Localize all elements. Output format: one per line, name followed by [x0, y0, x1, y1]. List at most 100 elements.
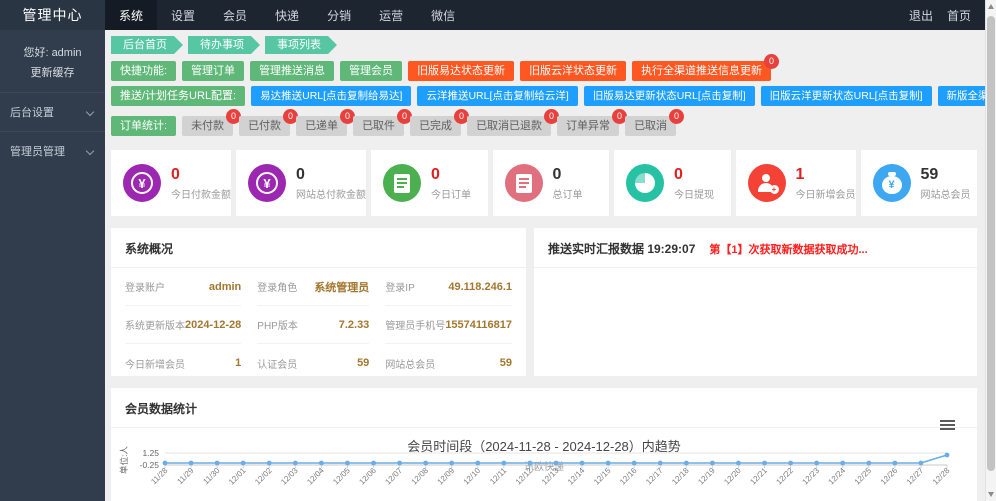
- svg-text:12/17: 12/17: [644, 466, 665, 487]
- order-stat-已递单[interactable]: 已递单: [296, 116, 348, 136]
- stat-card-label: 今日付款金额: [171, 189, 231, 201]
- stat-card-label: 网站总会员: [920, 189, 971, 201]
- stat-card-text: 0 今日订单: [431, 166, 471, 201]
- order-stat-已完成[interactable]: 已完成: [410, 116, 462, 136]
- overview-label: 登录账户: [125, 283, 165, 294]
- url-config-row: 推送/计划任务URL配置: 易达推送URL[点击复制给易达] 云洋推送URL[点击复…: [111, 86, 985, 106]
- overview-value: 2024-12-28: [185, 318, 242, 331]
- nav-item-设置[interactable]: 设置: [157, 0, 209, 30]
- top-link-首页[interactable]: 首页: [947, 7, 971, 24]
- badge-count: 0: [764, 54, 780, 69]
- overview-value: 59: [499, 357, 512, 369]
- order-stat-已取消已退款[interactable]: 已取消已退款: [467, 116, 552, 136]
- scroll-up-arrow-icon[interactable]: [988, 4, 994, 9]
- quick-button-执行全渠道推送信息更新[interactable]: 执行全渠道推送信息更新: [632, 61, 772, 81]
- url-button[interactable]: 旧版云洋更新状态URL[点击复制]: [760, 86, 932, 106]
- scroll-down-arrow-icon[interactable]: [988, 492, 994, 497]
- order-stat-wrap: 已取消已退款 0: [467, 109, 560, 136]
- nav-item-分销[interactable]: 分销: [313, 0, 365, 30]
- svg-text:11/30: 11/30: [201, 466, 221, 486]
- nav-item-系统[interactable]: 系统: [105, 0, 158, 30]
- quick-actions-row: 快捷功能: 管理订单 管理推送消息 管理会员 旧版易达状态更新 旧版云洋状态更新 执行全渠道…: [111, 54, 977, 81]
- quick-button-管理推送消息[interactable]: 管理推送消息: [250, 61, 335, 81]
- scrollbar-thumb[interactable]: [987, 16, 995, 471]
- svg-text:1.25: 1.25: [142, 448, 159, 458]
- url-button[interactable]: 新版全渠道更新状态URL[点击复制]: [937, 86, 985, 106]
- nav-item-会员[interactable]: 会员: [209, 0, 261, 30]
- stat-card-网站总会员: ¥59 网站总会员: [860, 150, 977, 216]
- svg-text:12/24: 12/24: [827, 466, 848, 487]
- system-overview-grid: 登录账户 admin 登录角色 系统管理员 登录IP 49.118.246.1 系统更新版本…: [125, 268, 512, 382]
- quick-button-管理会员[interactable]: 管理会员: [340, 61, 403, 81]
- overview-cell-系统更新版本: 系统更新版本 2024-12-28: [125, 306, 242, 344]
- breadcrumb-事项列表[interactable]: 事项列表: [265, 36, 337, 54]
- order-stats-label: 订单统计:: [111, 116, 177, 136]
- svg-text:12/04: 12/04: [305, 466, 326, 487]
- app-title: 管理中心: [0, 0, 105, 30]
- stat-card-value: 0: [431, 165, 440, 183]
- overview-label: 登录角色: [257, 283, 298, 294]
- stat-card-label: 总订单: [552, 189, 583, 201]
- overview-value: 系统管理员: [314, 281, 370, 294]
- svg-text:12/23: 12/23: [801, 466, 822, 487]
- order-stat-已取件[interactable]: 已取件: [353, 116, 405, 136]
- money-bag-icon: ¥: [872, 164, 911, 202]
- pie-chart-icon: [626, 164, 664, 202]
- page-scrollbar[interactable]: [985, 0, 996, 501]
- svg-text:12/02: 12/02: [253, 466, 274, 487]
- quick-button-管理订单[interactable]: 管理订单: [182, 61, 245, 81]
- stat-card-value: 0: [552, 165, 562, 183]
- push-report-message: 第【1】次获取新数据获取成功...: [709, 244, 868, 256]
- url-button[interactable]: 易达推送URL[点击复制给易达]: [251, 86, 412, 106]
- overview-cell-今日新增会员: 今日新增会员 1: [125, 344, 241, 382]
- member-trend-chart: 1.25 -0.25 单位:人 11/28 11/29 11/30 12/01 12/02 12…: [115, 442, 971, 501]
- quick-button-旧版易达状态更新[interactable]: 旧版易达状态更新: [408, 61, 515, 81]
- refresh-cache-link[interactable]: 更新缓存: [0, 60, 105, 92]
- order-stat-wrap: 未付款 0: [182, 109, 242, 136]
- sidebar-item-label: 管理员管理: [10, 146, 65, 158]
- yen-coin-icon: ¥: [123, 164, 161, 202]
- stat-card-label: 今日新增会员: [795, 189, 856, 201]
- url-button[interactable]: 旧版易达更新状态URL[点击复制]: [583, 86, 755, 106]
- stat-card-text: 0 总订单: [553, 166, 583, 201]
- svg-text:12/21: 12/21: [748, 466, 769, 487]
- top-link-退出[interactable]: 退出: [909, 7, 933, 24]
- stat-card-总订单: 0 总订单: [492, 150, 609, 216]
- chevron-down-icon: [85, 107, 95, 117]
- quick-button-旧版云洋状态更新[interactable]: 旧版云洋状态更新: [520, 61, 627, 81]
- svg-text:12/25: 12/25: [853, 466, 874, 487]
- stat-card-今日新增会员: +1 今日新增会员: [735, 150, 856, 216]
- stat-card-今日付款金额: ¥0 今日付款金额: [111, 150, 231, 216]
- order-stat-已付款[interactable]: 已付款: [239, 116, 291, 136]
- quick-functions-label: 快捷功能:: [111, 61, 177, 81]
- nav-item-快递[interactable]: 快递: [261, 0, 313, 30]
- stat-card-text: 0 网站总付款金额: [296, 166, 366, 201]
- sidebar-item-后台设置[interactable]: 后台设置: [0, 92, 105, 131]
- order-stat-订单异常[interactable]: 订单异常: [557, 116, 620, 136]
- breadcrumb-待办事项[interactable]: 待办事项: [188, 36, 260, 54]
- quick-orange-wrap: 旧版云洋状态更新: [520, 61, 627, 81]
- svg-text:12/09: 12/09: [436, 466, 457, 487]
- overview-label: 今日新增会员: [125, 359, 185, 371]
- order-stat-未付款[interactable]: 未付款: [182, 116, 234, 136]
- trend-line-chart: 1.25-0.25单位:人11/28 11/29 11/30 12/01 12/02 12…: [119, 446, 952, 487]
- svg-text:12/08: 12/08: [410, 466, 431, 487]
- order-stat-已取消[interactable]: 已取消: [625, 116, 677, 136]
- nav-item-微信[interactable]: 微信: [417, 0, 469, 30]
- document-icon: [383, 164, 421, 202]
- top-header: 管理中心 系统 设置 会员 快递 分销 运营 微信 退出 首页: [0, 0, 985, 30]
- url-button[interactable]: 云洋推送URL[点击复制给云洋]: [417, 86, 578, 106]
- sidebar-item-管理员管理[interactable]: 管理员管理: [0, 131, 105, 170]
- overview-cell-PHP版本: PHP版本 7.2.33: [257, 306, 370, 344]
- system-overview-panel: 系统概况 登录账户 admin 登录角色 系统管理员 登录IP 49.118.246.1 系…: [111, 228, 526, 376]
- overview-label: 网站总会员: [385, 359, 436, 371]
- overview-cell-登录角色: 登录角色 系统管理员: [257, 268, 370, 306]
- svg-text:12/15: 12/15: [592, 466, 613, 487]
- nav-item-运营[interactable]: 运营: [365, 0, 417, 30]
- breadcrumb-后台首页[interactable]: 后台首页: [111, 36, 183, 54]
- chart-menu-icon[interactable]: [940, 420, 955, 432]
- overview-cell-网站总会员: 网站总会员 59: [385, 344, 512, 382]
- svg-text:12/19: 12/19: [696, 466, 717, 487]
- overview-value: 1: [235, 357, 242, 369]
- overview-cell-管理员手机号: 管理员手机号 15574116817: [385, 306, 512, 344]
